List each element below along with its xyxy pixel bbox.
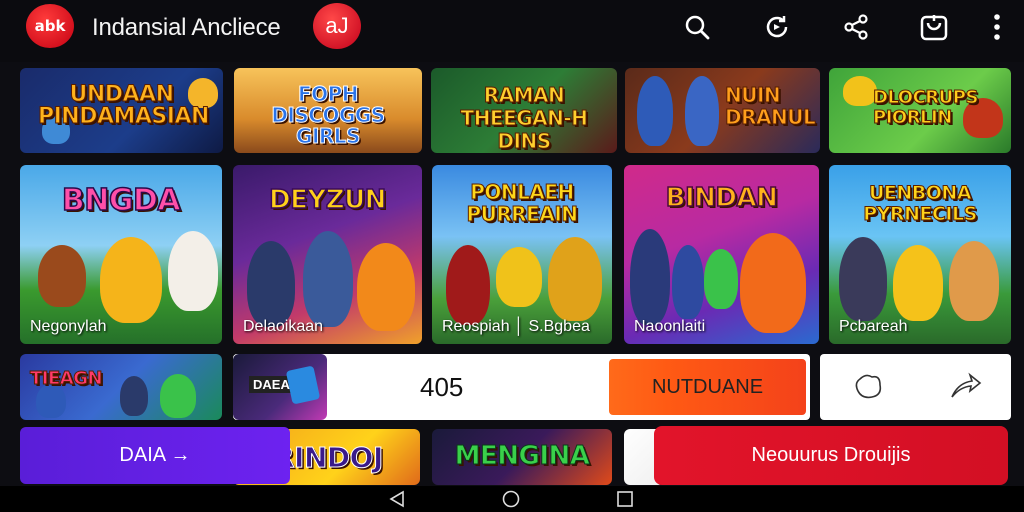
back-icon[interactable] (388, 490, 406, 512)
sticker-icon[interactable] (852, 369, 886, 403)
tile-caption: Reospiah │ S.Bgbea (442, 318, 590, 335)
system-nav-bar (0, 486, 1024, 512)
tile-title: FOPH DISCOGGS GIRLS (271, 82, 386, 148)
game-tile[interactable]: RAMAN THEEGAN-H DINS (431, 68, 617, 153)
character-art (100, 237, 162, 323)
tile-title: PONLAEH PURREAIN (466, 180, 579, 226)
game-tile[interactable]: NUIN DRANUL (625, 68, 820, 153)
red-action-button[interactable]: Neouurus Drouijis (654, 426, 1008, 485)
tile-title: DEYZUN (268, 184, 387, 216)
character-art (168, 231, 218, 311)
tile-title: TIEAGN (29, 368, 103, 390)
game-tile[interactable]: UNDAAN PINDAMASIAN (20, 68, 223, 153)
game-tile[interactable]: DLOCRUPS PIORLIN (829, 68, 1011, 153)
tile-title: RAMAN THEEGAN-H DINS (460, 83, 588, 153)
game-tile[interactable]: BNGDA Negonylah (20, 165, 222, 344)
app-logo[interactable]: abk (26, 4, 74, 48)
character-art (949, 241, 999, 321)
character-art (548, 237, 602, 321)
character-art (160, 374, 196, 418)
recents-icon[interactable] (616, 490, 634, 512)
counter-value: 405 (420, 372, 464, 402)
game-tile[interactable]: PONLAEH PURREAIN Reospiah │ S.Bgbea (432, 165, 612, 344)
top-app-bar: abk Indansial Ancliece aJ (0, 0, 1024, 62)
tile-caption: Delaoikaan (243, 318, 324, 335)
character-art (740, 233, 806, 333)
share-icon[interactable] (841, 12, 871, 42)
tile-caption: Negonylah (30, 318, 107, 335)
character-art (247, 241, 295, 327)
character-art (704, 249, 738, 309)
character-art (637, 76, 673, 146)
search-icon[interactable] (682, 12, 712, 42)
game-tile[interactable]: TIEAGN (20, 354, 222, 420)
forward-icon[interactable] (948, 369, 984, 403)
tile-title: NUIN DRANUL (725, 83, 817, 129)
character-art (839, 237, 887, 321)
character-art (357, 243, 415, 331)
gift-icon (285, 365, 321, 405)
character-art (496, 247, 542, 307)
tile-title: DLOCRUPS PIORLIN (873, 87, 979, 128)
character-art (893, 245, 943, 321)
notification-badge[interactable]: aJ (313, 3, 361, 49)
game-tile[interactable]: BINDAN Naoonlaiti (624, 165, 819, 344)
character-art (446, 245, 490, 325)
character-art (630, 229, 670, 325)
game-tile[interactable]: MENGINA (432, 429, 612, 485)
tile-title: BINDAN (665, 182, 779, 214)
character-art (303, 231, 353, 327)
tile-title: UNDAAN PINDAMASIAN (38, 82, 210, 129)
inbox-icon[interactable] (919, 12, 949, 42)
game-tile[interactable]: DEYZUN Delaoikaan (233, 165, 422, 344)
character-art (38, 245, 86, 307)
tile-title: MENGINA (454, 441, 590, 472)
orange-action-button[interactable]: NUTDUANE (609, 359, 806, 415)
character-art (120, 376, 148, 416)
tile-caption: Naoonlaiti (634, 318, 706, 335)
tile-title: BNGDA (61, 182, 181, 219)
character-art (672, 245, 704, 319)
character-art (36, 384, 66, 418)
home-icon[interactable] (502, 490, 520, 512)
purple-action-button[interactable]: DAIA → (20, 427, 290, 484)
character-art (685, 76, 719, 146)
game-tile[interactable]: FOPH DISCOGGS GIRLS (234, 68, 422, 153)
tile-caption: Pcbareah (839, 318, 908, 335)
app-title: Indansial Ancliece (92, 14, 281, 41)
more-icon[interactable] (982, 12, 1012, 42)
refresh-icon[interactable] (762, 12, 792, 42)
game-tile[interactable]: UENBONA PYRNECILS Pcbareah (829, 165, 1011, 344)
promo-card[interactable]: DAEA (233, 354, 327, 420)
tile-title: UENBONA PYRNECILS (863, 182, 978, 225)
